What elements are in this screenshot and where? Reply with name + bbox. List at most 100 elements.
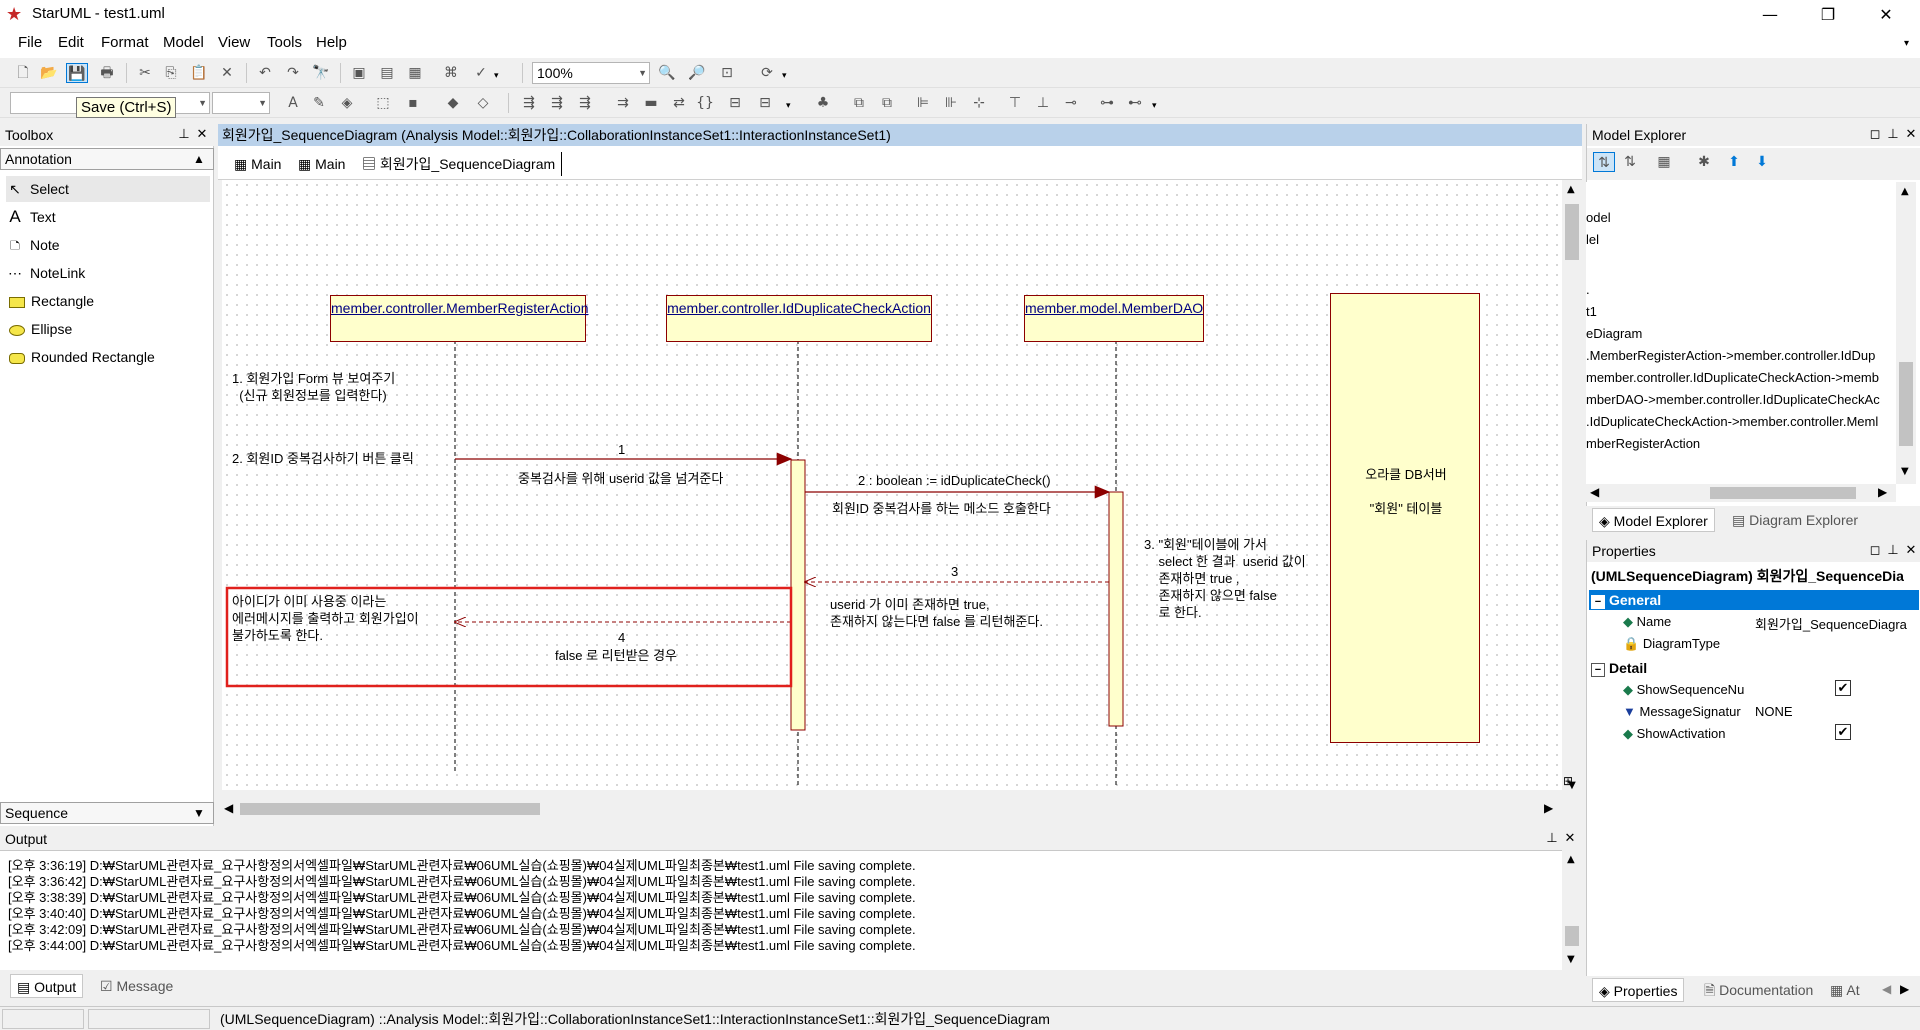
menu-format[interactable]: Format (101, 34, 149, 51)
scroll-down-icon[interactable]: ▼ (1567, 954, 1575, 965)
tree-item[interactable]: .IdDuplicateCheckAction->member.controll… (1586, 414, 1878, 429)
activation-bar-check[interactable] (790, 459, 806, 731)
toolbox-section-annotation[interactable]: Annotation ▲ (0, 148, 214, 170)
zoom-in-icon[interactable]: 🔍 (656, 63, 678, 83)
tab-model-explorer[interactable]: ◈ Model Explorer (1592, 508, 1715, 532)
pin-icon[interactable]: ⊥ (1544, 830, 1560, 848)
pin-icon[interactable] (176, 250, 192, 268)
scroll-right-icon[interactable]: ▶ (1544, 801, 1553, 815)
lifeline-box-member-register-action[interactable]: member.controller.MemberRegisterAction (330, 295, 589, 342)
scroll-up-icon[interactable]: ▲ (1567, 854, 1575, 865)
undo-icon[interactable]: ↶ (254, 63, 276, 83)
oper-icon[interactable]: ⇶ (546, 93, 568, 113)
tab-main-1[interactable]: ▦ Main (228, 152, 287, 176)
auto-resize-icon[interactable]: ⇄ (668, 93, 690, 113)
brackets-icon[interactable]: {} (694, 93, 716, 113)
checker-icon[interactable]: ✓ (470, 63, 492, 83)
scroll-left-icon[interactable]: ◀ (224, 801, 233, 815)
model-tree-vscrollbar[interactable]: ▲ ▼ (1896, 182, 1916, 484)
tool-rectangle[interactable]: Rectangle (6, 288, 94, 314)
pin-icon[interactable]: ⊥ (1885, 542, 1901, 560)
prop-name-value[interactable]: 회원가입_SequenceDiagra (1755, 614, 1919, 633)
note-dao-select[interactable]: 3. "회원"테이블에 가서 select 한 결과 userid 값이 존재하… (1144, 536, 1306, 621)
note-form-view[interactable]: 1. 회원가입 Form 뷰 보여주기 (신규 회원정보를 입력한다) (232, 370, 395, 404)
compartment-icon[interactable]: ⇉ (612, 93, 634, 113)
delete-icon[interactable]: ✕ (216, 63, 238, 83)
equal-icon-2[interactable]: ⊟ (754, 93, 776, 113)
menu-model[interactable]: Model (163, 34, 204, 51)
sort-by-name-icon[interactable]: ⇅ (1619, 152, 1641, 172)
dropdown-arrow-icon[interactable]: ▾ (494, 71, 499, 81)
tab-sequence-diagram[interactable]: ▤ 회원가입_SequenceDiagram (356, 152, 563, 176)
message-2-desc[interactable]: 회원ID 중복검사를 하는 메소드 호출한다 (832, 500, 1051, 517)
tab-scroll-right-icon[interactable]: ▶ (1900, 982, 1909, 996)
close-icon[interactable]: ✕ (194, 126, 210, 144)
scroll-down-icon[interactable]: ▼ (1562, 780, 1582, 800)
font-size-select[interactable]: ▼ (212, 92, 270, 114)
align-center-icon[interactable]: ⊹ (968, 93, 990, 113)
line-color-icon[interactable]: ✎ (308, 93, 330, 113)
lifeline-box-member-dao[interactable]: member.model.MemberDAO (1024, 295, 1204, 342)
collapse-icon[interactable]: − (1591, 595, 1605, 609)
tree-item[interactable]: odel (1586, 210, 1611, 225)
scrollbar-thumb[interactable] (1710, 487, 1856, 499)
scrollbar-thumb[interactable] (1565, 204, 1579, 260)
diagram-canvas[interactable]: member.controller.MemberRegisterAction m… (222, 180, 1562, 790)
scroll-up-icon[interactable]: ▲ (1901, 186, 1909, 197)
diagram-edit-icon[interactable]: ▦ (404, 63, 426, 83)
db-server-box[interactable]: 오라클 DB서버 "회원" 테이블 (1330, 293, 1480, 743)
dropdown-arrow-icon[interactable]: ▾ (782, 71, 787, 81)
tab-scroll-left-icon[interactable]: ◀ (1882, 982, 1891, 996)
zoom-out-icon[interactable]: 🔎 (686, 63, 708, 83)
menu-edit[interactable]: Edit (58, 34, 84, 51)
scroll-up-icon[interactable]: ▲ (1567, 184, 1575, 195)
scrollbar-thumb[interactable] (240, 803, 540, 815)
fit-to-window-icon[interactable]: ⊡ (716, 63, 738, 83)
diagram-horizontal-scrollbar[interactable]: ◀ ▶ (222, 800, 1562, 818)
pin-icon[interactable]: ⊥ (1885, 126, 1901, 144)
tree-item[interactable]: member.controller.IdDuplicateCheckAction… (1586, 370, 1879, 385)
show-activation-checkbox[interactable]: ✔ (1835, 724, 1851, 740)
tab-documentation[interactable]: 🗎 Documentation (1698, 978, 1819, 1002)
lifeline-box-id-duplicate-check-action[interactable]: member.controller.IdDuplicateCheckAction (666, 295, 932, 342)
tree-item[interactable]: lel (1586, 232, 1599, 247)
export-icon[interactable]: ⌘ (440, 63, 462, 83)
cut-icon[interactable]: ✂ (134, 63, 156, 83)
tool-text[interactable]: A Text (6, 204, 55, 230)
close-icon[interactable]: ✕ (1562, 830, 1578, 848)
add-diagram-icon[interactable]: ▣ (348, 63, 370, 83)
paste-icon[interactable]: 📋 (188, 63, 210, 83)
space-horizontal-icon[interactable]: ⊶ (1096, 93, 1118, 113)
menu-overflow-icon[interactable]: ▾ (1904, 38, 1909, 49)
open-folder-icon[interactable]: 📂 (38, 63, 60, 83)
bring-front-icon[interactable]: ⧉ (848, 93, 870, 113)
output-vscrollbar[interactable]: ▲ ▼ (1562, 850, 1582, 970)
maximize-button[interactable]: ❐ (1800, 0, 1856, 30)
menu-view[interactable]: View (218, 34, 250, 51)
prop-message-signature-value[interactable]: NONE (1755, 704, 1793, 719)
close-icon[interactable]: ✕ (1903, 542, 1919, 560)
signal-icon[interactable]: ⇶ (574, 93, 596, 113)
diagram-icon[interactable]: ▤ (376, 63, 398, 83)
tab-diagram-explorer[interactable]: ▤ Diagram Explorer (1726, 508, 1864, 532)
package-icon[interactable]: ▬ (640, 93, 662, 113)
align-top-icon[interactable]: ⊤ (1004, 93, 1026, 113)
print-icon[interactable]: 🖶 (96, 63, 118, 83)
scrollbar-thumb[interactable] (1899, 362, 1913, 446)
close-button[interactable]: ✕ (1858, 0, 1914, 30)
scroll-left-icon[interactable]: ◀ (1590, 485, 1599, 499)
save-icon[interactable]: 💾 (66, 63, 88, 83)
align-bottom-icon[interactable]: ⊥ (1032, 93, 1054, 113)
tab-output[interactable]: ▤ Output (10, 974, 84, 998)
sort-by-kind-icon[interactable]: ⇅ (1593, 152, 1615, 172)
redo-icon[interactable]: ↷ (282, 63, 304, 83)
layout-icon[interactable]: ♣ (812, 93, 834, 113)
collapse-icon[interactable]: ▲ (193, 149, 205, 169)
scroll-down-icon[interactable]: ▼ (1901, 466, 1909, 477)
tab-main-2[interactable]: ▦ Main (292, 152, 351, 176)
section-detail[interactable]: − Detail (1589, 658, 1919, 678)
section-general[interactable]: − General (1589, 590, 1919, 610)
filter-icon[interactable]: ✱ (1693, 152, 1715, 172)
fill-color-icon[interactable]: ◈ (336, 93, 358, 113)
message-4-desc[interactable]: false 로 리턴받은 경우 (555, 647, 677, 664)
